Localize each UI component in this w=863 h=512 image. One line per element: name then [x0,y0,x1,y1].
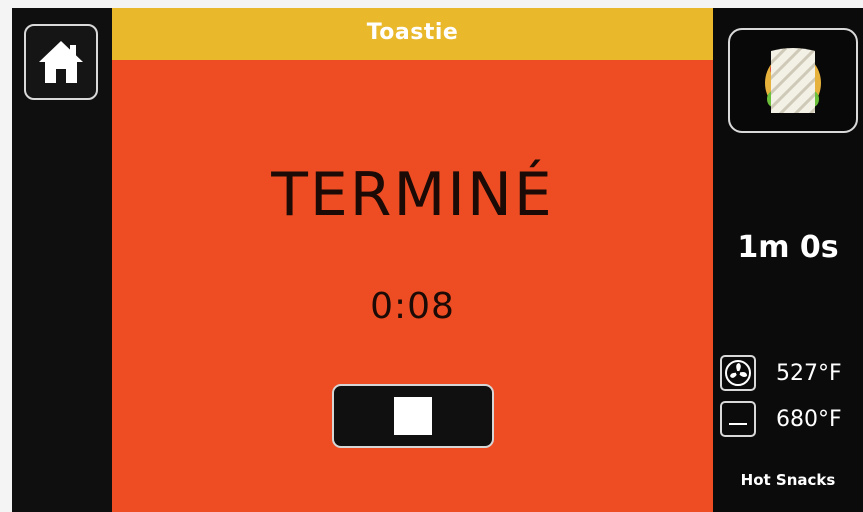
home-icon [39,41,83,83]
home-button[interactable] [24,24,98,100]
title-bar: Toastie [112,8,713,60]
cook-mode-label: Hot Snacks [740,471,836,489]
element-temperature: 680°F [776,406,842,432]
screen-bezel-top [0,0,863,8]
recipe-title: Toastie [366,19,459,45]
stop-icon [394,397,432,435]
element-temp-row: 680°F [720,399,863,439]
sandwich-icon [765,47,821,113]
heating-element-icon [729,423,747,425]
fan-icon [725,360,751,386]
cook-time: 1m 0s [737,230,839,265]
screen-bezel-left [0,0,12,512]
recipe-image-button[interactable] [728,28,858,133]
cook-status: TERMINÉ [271,160,554,230]
timer-display: 0:08 [370,286,455,327]
element-mode-button[interactable] [720,401,756,437]
right-panel: 1m 0s 527°F 680°F Hot Snacks [713,8,863,512]
stop-button[interactable] [332,384,494,448]
fan-temperature: 527°F [776,360,842,386]
main-panel: Toastie TERMINÉ 0:08 [112,8,713,512]
fan-temp-row: 527°F [720,353,863,393]
fan-mode-button[interactable] [720,355,756,391]
